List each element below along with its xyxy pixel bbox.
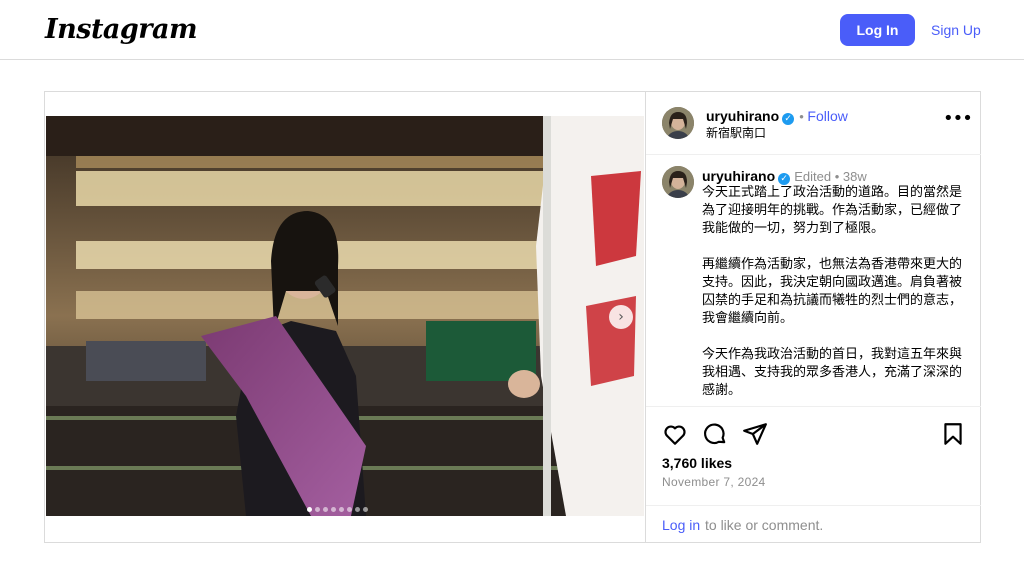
avatar[interactable]	[662, 107, 694, 139]
post-photo[interactable]	[46, 116, 644, 516]
carousel-dot	[363, 507, 368, 512]
caption-header: uryuhirano ✓ Edited • 38w	[702, 168, 867, 185]
post-date[interactable]: November 7, 2024	[662, 475, 766, 489]
carousel-dots	[307, 497, 371, 512]
caption-paragraph: 今天正式踏上了政治活動的道路。目的當然是為了迎接明年的挑戰。作為活動家，已經做了…	[702, 185, 963, 236]
more-icon[interactable]: •••	[943, 110, 973, 132]
carousel-dot	[355, 507, 360, 512]
post-location[interactable]: 新宿駅南口	[706, 124, 766, 141]
username[interactable]: uryuhirano	[706, 108, 779, 124]
action-section: 3,760 likes November 7, 2024 Log in to l…	[646, 406, 981, 542]
separator: •	[831, 169, 843, 184]
like-count[interactable]: 3,760 likes	[662, 455, 732, 471]
bookmark-icon[interactable]	[940, 421, 966, 447]
post-age[interactable]: 38w	[843, 169, 867, 184]
caption-paragraph: 再繼續作為活動家，也無法為香港帶來更大的支持。因此，我決定朝向國政邁進。肩負著被…	[702, 257, 963, 326]
avatar-image	[662, 107, 694, 139]
caption-section: uryuhirano ✓ Edited • 38w 今天正式踏上了政治活動的道路。…	[646, 155, 981, 407]
avatar-image	[662, 166, 694, 198]
post-card: › uryuhirano ✓ • Follow 新宿駅南口 ••• uryuhi…	[44, 91, 981, 543]
instagram-logo[interactable]: Instagram	[45, 14, 198, 45]
share-icon[interactable]	[742, 421, 768, 447]
post-header: uryuhirano ✓ • Follow 新宿駅南口 •••	[646, 92, 981, 155]
carousel-dot	[323, 507, 328, 512]
chevron-right-icon[interactable]: ›	[609, 305, 633, 329]
top-navigation-bar: Instagram Log In Sign Up	[0, 0, 1024, 60]
avatar[interactable]	[662, 166, 694, 198]
comment-icon[interactable]	[702, 421, 728, 447]
carousel-dot	[339, 507, 344, 512]
carousel-dot	[307, 507, 312, 512]
caption-text: 今天正式踏上了政治活動的道路。目的當然是為了迎接明年的挑戰。作為活動家，已經做了…	[702, 184, 964, 407]
post-media: ›	[45, 92, 645, 542]
signup-link[interactable]: Sign Up	[931, 22, 981, 38]
edited-label: Edited	[794, 169, 832, 184]
campaign-photo-image	[46, 116, 644, 516]
carousel-dot	[331, 507, 336, 512]
follow-button[interactable]: Follow	[807, 108, 847, 124]
carousel-dot	[347, 507, 352, 512]
heart-icon[interactable]	[662, 421, 688, 447]
login-prompt: Log in to like or comment.	[646, 505, 981, 543]
caption-username[interactable]: uryuhirano	[702, 168, 775, 184]
verified-icon: ✓	[782, 113, 795, 125]
login-link[interactable]: Log in	[662, 517, 700, 533]
login-prompt-text: to like or comment.	[705, 517, 824, 533]
caption-paragraph: 今天作為我政治活動的首日，我對這五年來與我相遇、支持我的眾多香港人，充滿了深深的…	[702, 347, 963, 398]
carousel-dot	[315, 507, 320, 512]
post-side-panel: uryuhirano ✓ • Follow 新宿駅南口 ••• uryuhiran…	[645, 92, 981, 542]
login-button[interactable]: Log In	[840, 14, 915, 46]
